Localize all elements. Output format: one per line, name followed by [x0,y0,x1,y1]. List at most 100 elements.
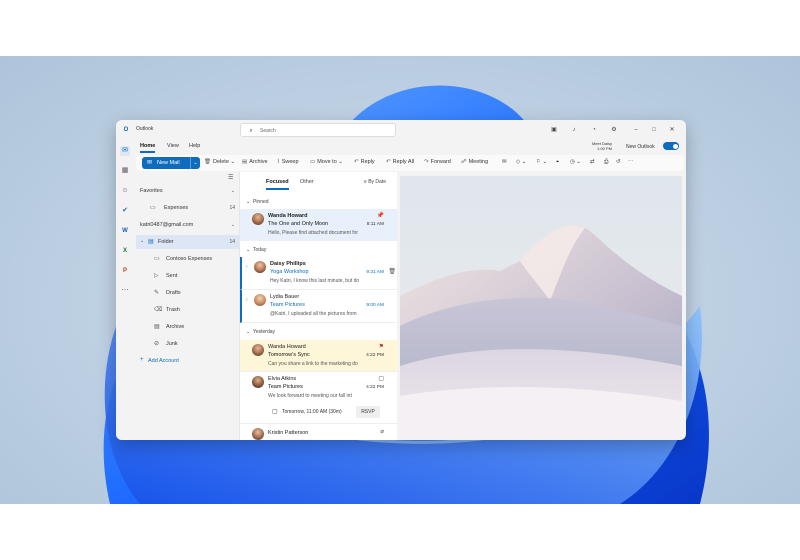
calendar-icon: ▢ [378,376,384,382]
search-box[interactable]: ⌕ Search [240,123,396,137]
read-unread-icon[interactable]: ✉ [502,159,507,165]
meeting-label: Meeting [468,159,489,165]
section-label: Yesterday [252,329,276,335]
reply-all-label: Reply All [392,159,415,165]
chevron-down-icon[interactable]: ⌄ [190,157,200,169]
chevron-down-icon: ⌄ [246,199,251,205]
section-pinned[interactable]: ⌄ Pinned [246,199,269,205]
collapse-pane-icon[interactable]: ☰ [228,174,233,181]
folder-item-drafts[interactable]: ✎ Drafts [136,286,239,300]
avatar [252,213,264,225]
message-sender: Elvia Atkins [268,376,297,382]
account-header[interactable]: katri0487@gmail.com ⌄ [136,218,239,232]
tips-icon[interactable]: ◔ [590,126,598,134]
forward-icon: ↷ [424,159,429,165]
reading-pane-background-image [400,176,682,438]
sort-by-date-button[interactable]: ≡ By Date [364,179,386,185]
mail-rail-icon[interactable]: ✉ [120,146,130,156]
categorize-icon[interactable]: ◇ ⌄ [516,159,526,165]
folder-item-junk[interactable]: ⊘ Junk [136,337,239,351]
message-row[interactable]: Elvia Atkins ▢ Team Pictures 4:22 PM We … [240,372,398,424]
favorites-header[interactable]: Favorites ⌄ [136,184,239,198]
forward-button[interactable]: ↷ Forward [424,159,451,165]
undo-icon[interactable]: ↺ [616,159,621,165]
new-mail-button[interactable]: ✉ New Mail ⌄ [142,157,200,169]
flag-icon[interactable]: ⚐ ⌄ [536,159,547,165]
folder-item-trash[interactable]: ⌫ Trash [136,303,239,317]
sweep-button[interactable]: ⌇ Sweep [277,159,299,165]
folder-item-sent[interactable]: ▷ Sent [136,269,239,283]
message-list: Focused Other ≡ By Date ⌄ Pinned Wanda H… [239,172,398,440]
tab-help[interactable]: Help [189,143,200,149]
inbox-icon: ▤ [148,239,154,245]
message-row[interactable]: Wanda Howard 📌 The One and Only Moon 8:1… [240,209,398,241]
unread-count: 14 [229,239,235,245]
tab-other[interactable]: Other [300,179,314,185]
reply-all-icon: ↶ [386,159,391,165]
new-outlook-label: New Outlook [626,144,655,150]
message-row[interactable]: Kristin Patterson ⌀ [240,424,398,440]
folder-item-expenses[interactable]: ▭ Expenses 14 [136,201,239,215]
close-icon[interactable]: ✕ [668,126,676,134]
tab-view[interactable]: View [167,143,179,149]
delete-button[interactable]: 🗑 Delete ⌄ [204,159,235,165]
more-apps-icon[interactable]: ⋯ [120,286,130,296]
notifications-icon[interactable]: ♪ [570,126,578,134]
unread-count: 14 [229,205,235,211]
folder-item-archive[interactable]: ▤ Archive [136,320,239,334]
reply-button[interactable]: ↶ Reply [354,159,375,165]
flag-icon[interactable]: ⚑ [379,343,384,350]
folder-label: Drafts [166,290,181,296]
meet-now-reminder[interactable]: Meet Daisy 1:00 PM [592,141,612,151]
tab-focused[interactable]: Focused [266,179,289,190]
powerpoint-rail-icon[interactable]: P [120,266,130,276]
add-account-link[interactable]: + Add Account [136,354,239,368]
outlook-logo-icon: O [123,127,129,133]
move-to-button[interactable]: ▭ Move to ⌄ [310,159,343,165]
snooze-icon[interactable]: ◷ ⌄ [570,159,581,165]
message-subject: The One and Only Moon [268,221,329,227]
rules-icon[interactable]: ⇄ [590,159,595,165]
folder-item-folder[interactable]: ⌄ ▤ Folder 14 [136,235,239,249]
folder-label: Contoso Expenses [166,256,213,262]
message-time: 4:22 PM [366,385,384,390]
tab-home[interactable]: Home [140,143,156,153]
attachment-icon: ⌀ [380,429,384,435]
app-rail: ✉ ▦ ☺ ✔ W X P ⋯ [116,140,136,440]
message-subject: Tomorrow's Sync [268,352,310,358]
my-day-icon[interactable]: ▣ [550,126,558,134]
message-row[interactable]: › Lydia Bauer Team Pictures 9:00 AM @Kat… [240,290,398,323]
forward-label: Forward [430,159,451,165]
meeting-invite: ▢ Tomorrow, 11:00 AM (30m) RSVP [268,405,380,419]
section-yesterday[interactable]: ⌄ Yesterday [246,329,275,335]
calendar-rail-icon[interactable]: ▦ [120,166,130,176]
settings-gear-icon[interactable]: ⚙ [610,126,618,134]
folder-label: Junk [166,341,178,347]
people-rail-icon[interactable]: ☺ [120,186,130,196]
delete-icon[interactable]: 🗑 [388,268,396,275]
minimize-icon[interactable]: – [632,126,640,134]
chevron-right-icon[interactable]: › [246,297,248,303]
meeting-button[interactable]: ☍ Meeting [461,159,488,165]
maximize-icon[interactable]: □ [650,126,658,134]
excel-rail-icon[interactable]: X [120,246,130,256]
move-to-label: Move to [317,159,337,165]
word-rail-icon[interactable]: W [120,226,130,236]
archive-button[interactable]: ▤ Archive [242,159,268,165]
more-options-icon[interactable]: ⋯ [628,159,634,165]
todo-rail-icon[interactable]: ✔ [120,206,130,216]
mail-icon: ✉ [147,160,153,166]
pin-icon[interactable]: 📌 [377,212,384,219]
section-today[interactable]: ⌄ Today [246,247,266,253]
new-outlook-toggle[interactable] [663,142,679,150]
message-row[interactable]: › Daisy Phillips Yoga Workshop 9:31 AM 🗑… [240,257,398,290]
message-row[interactable]: Wanda Howard ⚑ Tomorrow's Sync 4:22 PM C… [240,340,398,372]
section-label: Today [252,247,267,253]
chevron-right-icon[interactable]: › [246,264,248,270]
folder-item-contoso-expenses[interactable]: ▭ Contoso Expenses [136,252,239,266]
reply-all-button[interactable]: ↶ Reply All [386,159,414,165]
rsvp-button[interactable]: RSVP [356,406,380,418]
print-icon[interactable]: ⎙ [604,159,608,166]
pin-icon[interactable]: ⌖ [556,159,559,166]
folder-pane: ☰ Favorites ⌄ ▭ Expenses 14 katri0487@gm… [136,172,239,440]
